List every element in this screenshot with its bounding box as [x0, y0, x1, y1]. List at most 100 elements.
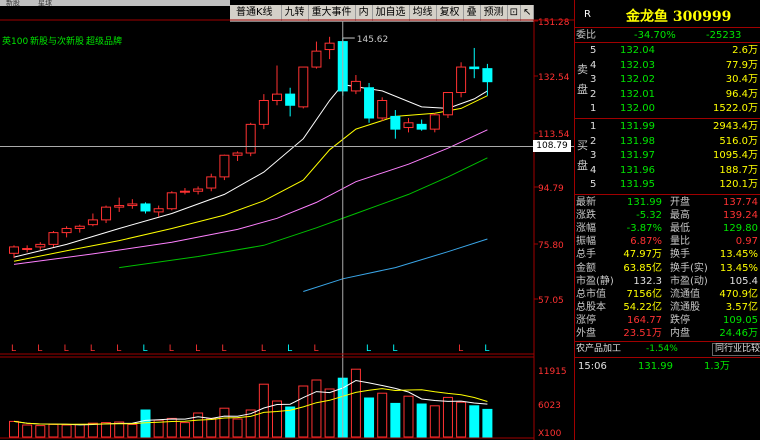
candle-body [153, 208, 164, 213]
buy-order-row[interactable]: 1 131.99 2943.4万 [574, 120, 760, 133]
volume-bar [232, 418, 243, 438]
r-badge: R [584, 9, 591, 20]
candle-body [219, 154, 230, 178]
candle-body [456, 66, 467, 94]
candle-body [258, 99, 269, 125]
volume-bar [258, 383, 269, 438]
legend-item: 新股与次新股 [30, 35, 84, 47]
volume-bar [298, 385, 309, 438]
stat-row: 涨幅 -3.87% 最低 129.80 [576, 223, 758, 235]
candle-body [482, 68, 493, 83]
volume-bar [324, 388, 335, 438]
candle-body [272, 93, 282, 101]
l-marker: L [484, 344, 489, 354]
buy-order-row[interactable]: 5 131.95 120.1万 [574, 178, 760, 191]
volume-bar [48, 423, 59, 438]
candle-body [298, 66, 309, 108]
l-marker: L [116, 344, 121, 354]
l-marker: L [90, 344, 95, 354]
weibi-row: 委比 -34.70% -25233 [576, 30, 742, 41]
volume-bar [179, 422, 190, 438]
stat-row: 市盈(静) 132.3 市盈(动) 105.4 [576, 275, 758, 287]
l-marker: L [64, 344, 69, 354]
sell-order-row[interactable]: 4 132.03 77.9万 [574, 59, 760, 72]
buy-order-row[interactable]: 3 131.97 1095.4万 [574, 149, 760, 162]
l-marker: L [261, 344, 266, 354]
candle-body [35, 243, 46, 248]
volume-bar [87, 422, 98, 438]
sell-label: 卖 盘 [577, 63, 588, 96]
candle-body [166, 192, 177, 210]
candle-body [114, 205, 125, 208]
price-label: 75.80 [538, 241, 564, 251]
volume-bar [127, 423, 138, 438]
ma5-line [13, 84, 488, 258]
l-marker: L [287, 344, 292, 354]
candle-body [442, 92, 453, 116]
stock-title: R 金龙鱼 300999 [574, 6, 760, 25]
stat-row: 涨跌 -5.32 最高 139.24 [576, 210, 758, 222]
candle-body [416, 123, 427, 130]
volume-bar [285, 406, 296, 438]
volume-bar [61, 424, 72, 438]
l-marker: L [221, 344, 226, 354]
sell-order-row[interactable]: 2 132.01 96.4万 [574, 88, 760, 101]
candle-body [48, 232, 59, 245]
l-marker: L [143, 344, 148, 354]
l-marker: L [313, 344, 318, 354]
volume-label: 6023 [538, 401, 561, 411]
candle-body [232, 152, 243, 156]
candle-body [311, 50, 322, 68]
candle-body [469, 66, 480, 70]
l-markers: LLLLLLLLLLLLLLLL [11, 344, 489, 354]
tick-row: 15:06 131.99 1.3万 [578, 361, 730, 372]
sell-order-row[interactable]: 3 132.02 30.4万 [574, 73, 760, 86]
volume-bar [390, 402, 401, 438]
volume-label: X100 [538, 429, 562, 439]
volume-bar [469, 405, 480, 438]
stat-row: 涨停 164.77 跌停 109.05 [576, 314, 758, 326]
volume-bar [416, 403, 427, 438]
volume-bars [9, 368, 493, 438]
stat-row: 总手 47.97万 换手 13.45% [576, 249, 758, 261]
volume-bar [219, 407, 230, 438]
stat-row: 最新 131.99 开盘 137.74 [576, 197, 758, 208]
price-label: 94.79 [538, 184, 564, 194]
volume-bar [350, 368, 361, 438]
kline-chart[interactable]: 英100 新股与次新股 超级品牌 151.28132.54113.5494.79… [0, 0, 574, 440]
volume-bar [9, 420, 19, 438]
volume-bar [429, 405, 440, 438]
sell-order-row[interactable]: 1 132.00 1522.0万 [574, 102, 760, 115]
buy-order-row[interactable]: 2 131.98 516.0万 [574, 135, 760, 148]
buy-order-row[interactable]: 4 131.96 188.7万 [574, 164, 760, 177]
buy-label: 买 盘 [577, 139, 588, 172]
industry-compare-button[interactable]: 同行业比较 [712, 343, 760, 356]
stock-chart-app: { "topstrip": {"items": ["新股", "星球"]}, "… [0, 0, 760, 440]
stat-row: 振幅 6.87% 量比 0.97 [576, 236, 758, 248]
volume-bar [74, 423, 85, 438]
stat-row: 外盘 23.51万 内盘 24.46万 [576, 328, 758, 339]
candle-body [350, 80, 361, 92]
sell-order-row[interactable]: 5 132.04 2.6万 [574, 44, 760, 57]
stat-row: 总市值 7156亿 流通值 470.9亿 [576, 288, 758, 300]
ma10-line [13, 95, 488, 262]
volume-bar [377, 392, 388, 438]
l-marker: L [11, 344, 16, 354]
volume-bar [403, 395, 414, 438]
volume-bar [114, 421, 125, 438]
candle-body [87, 219, 98, 226]
candle-series [9, 36, 493, 259]
candle-body [390, 115, 401, 130]
candle-body [9, 246, 19, 254]
candle-body [364, 87, 375, 119]
candle-body [324, 42, 335, 51]
volume-bar [442, 396, 453, 438]
moving-average-lines [13, 84, 488, 292]
industry-row: 农产品加工 -1.54% 同行业比较 [574, 343, 760, 356]
volume-label: 11915 [538, 367, 567, 377]
l-marker: L [392, 344, 397, 354]
indicator-legend: 英100 新股与次新股 超级品牌 [2, 35, 122, 47]
price-label: 57.05 [538, 296, 564, 306]
legend-item: 超级品牌 [86, 35, 122, 47]
candle-body [22, 248, 33, 251]
